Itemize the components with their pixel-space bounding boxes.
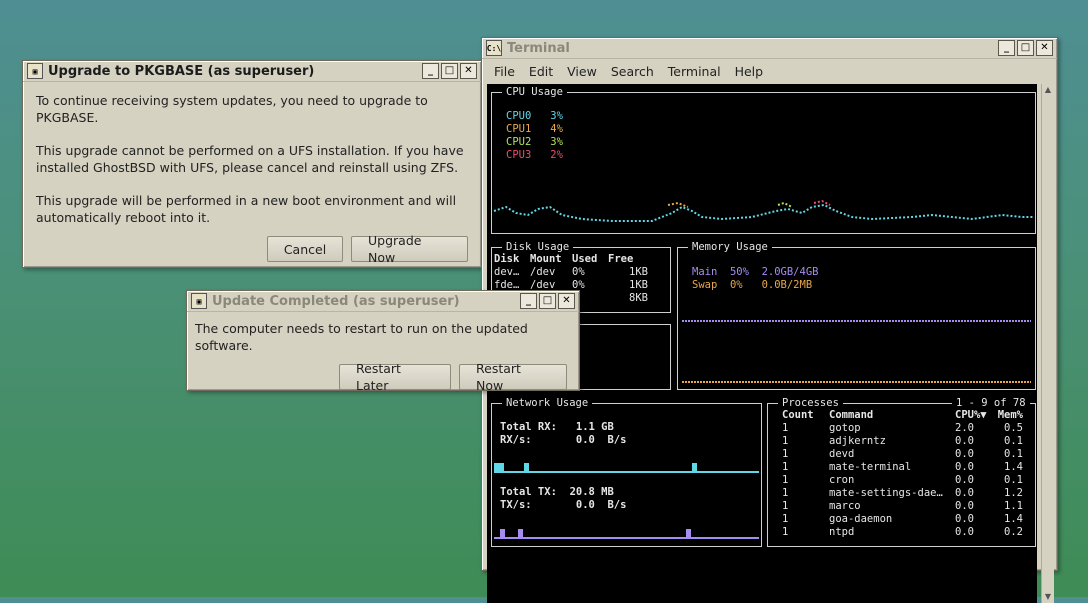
- update-message: The computer needs to restart to run on …: [195, 321, 528, 353]
- proc-col-count[interactable]: Count: [782, 409, 829, 422]
- disk-panel-title: Disk Usage: [502, 241, 574, 253]
- terminal-icon: C:\: [486, 40, 502, 56]
- proc-col-mem[interactable]: Mem%: [995, 409, 1023, 422]
- scroll-up-icon[interactable]: ▲: [1042, 84, 1054, 96]
- upgrade-dialog: ▣ Upgrade to PKGBASE (as superuser) _ □ …: [22, 60, 482, 268]
- maximize-icon[interactable]: □: [539, 293, 556, 309]
- app-icon: ▣: [27, 63, 43, 79]
- tx-rate-label: TX/s:: [500, 499, 532, 511]
- scroll-down-icon[interactable]: ▼: [1042, 591, 1054, 603]
- minimize-icon[interactable]: _: [998, 40, 1015, 56]
- restart-later-button[interactable]: Restart Later: [339, 361, 451, 393]
- table-row[interactable]: 1 marco 0.0 1.1: [782, 500, 1023, 513]
- update-completed-dialog: ▣ Update Completed (as superuser) _ □ ✕ …: [186, 290, 580, 393]
- terminal-menubar: File Edit View Search Terminal Help: [482, 59, 1057, 83]
- menu-edit[interactable]: Edit: [529, 64, 553, 79]
- terminal-title: Terminal: [507, 40, 570, 56]
- total-rx-value: 1.1 GB: [575, 421, 614, 433]
- upgrade-message-2: This upgrade cannot be performed on a UF…: [36, 143, 464, 175]
- processes-panel: Processes 1 - 9 of 78 Count Command CPU%…: [767, 397, 1036, 547]
- maximize-icon[interactable]: □: [1017, 40, 1034, 56]
- tx-graph: [494, 529, 759, 539]
- menu-help[interactable]: Help: [735, 64, 764, 79]
- network-panel-title: Network Usage: [502, 397, 593, 409]
- memory-panel: Memory Usage Main 50% 2.0GB/4GB Swap 0% …: [677, 241, 1036, 390]
- cpu-graph: [493, 199, 1033, 222]
- cpu1-value: 4%: [550, 123, 563, 135]
- processes-panel-title: Processes: [778, 397, 843, 409]
- menu-view[interactable]: View: [567, 64, 597, 79]
- cpu2-value: 3%: [550, 136, 563, 148]
- upgrade-message-3: This upgrade will be performed in a new …: [36, 193, 457, 225]
- table-row[interactable]: 1 goa-daemon 0.0 1.4: [782, 513, 1023, 526]
- total-rx-label: Total RX:: [500, 421, 557, 433]
- cpu1-label: CPU1: [506, 123, 532, 135]
- cpu-panel: CPU Usage CPU0 3% CPU1 4% CPU2 3% CPU3 2…: [491, 86, 1036, 234]
- restart-now-button[interactable]: Restart Now: [459, 361, 567, 393]
- table-row[interactable]: 1 mate-settings-dae… 0.0 1.2: [782, 487, 1023, 500]
- menu-search[interactable]: Search: [611, 64, 654, 79]
- terminal-scrollbar[interactable]: ▲ ▼: [1041, 84, 1054, 603]
- disk-col-free: Free: [608, 253, 634, 265]
- maximize-icon[interactable]: □: [441, 63, 458, 79]
- upgrade-dialog-title: Upgrade to PKGBASE (as superuser): [48, 63, 315, 79]
- processes-page-indicator: 1 - 9 of 78: [952, 397, 1030, 409]
- minimize-icon[interactable]: _: [520, 293, 537, 309]
- upgrade-now-button[interactable]: Upgrade Now: [351, 233, 468, 265]
- close-icon[interactable]: ✕: [558, 293, 575, 309]
- cpu3-value: 2%: [550, 149, 563, 161]
- close-icon[interactable]: ✕: [1036, 40, 1053, 56]
- rx-graph: [494, 463, 759, 473]
- table-row[interactable]: 1 mate-terminal 0.0 1.4: [782, 461, 1023, 474]
- cpu3-label: CPU3: [506, 149, 532, 161]
- network-panel: Network Usage Total RX: 1.1 GB RX/s: 0.0…: [491, 397, 762, 547]
- rx-rate-value: 0.0 B/s: [575, 434, 627, 446]
- tx-rate-value: 0.0 B/s: [575, 499, 627, 511]
- table-row[interactable]: 1 adjkerntz 0.0 0.1: [782, 435, 1023, 448]
- total-tx-label: Total TX:: [500, 486, 557, 498]
- close-icon[interactable]: ✕: [460, 63, 477, 79]
- disk-col-mount: Mount: [530, 253, 562, 265]
- cpu-panel-title: CPU Usage: [502, 86, 567, 98]
- menu-file[interactable]: File: [494, 64, 515, 79]
- menu-terminal[interactable]: Terminal: [668, 64, 721, 79]
- table-row[interactable]: 1 gotop 2.0 0.5: [782, 422, 1023, 435]
- cpu0-value: 3%: [550, 110, 563, 122]
- cpu0-label: CPU0: [506, 110, 532, 122]
- app-icon: ▣: [191, 293, 207, 309]
- processes-table[interactable]: Count Command CPU%▼ Mem% 1 gotop 2.0 0.5 1a…: [782, 409, 1023, 539]
- upgrade-dialog-titlebar[interactable]: ▣ Upgrade to PKGBASE (as superuser) _ □ …: [23, 61, 481, 82]
- table-row[interactable]: 1 cron 0.0 0.1: [782, 474, 1023, 487]
- table-row: dev…/dev 0% 1KB: [494, 266, 648, 278]
- terminal-titlebar[interactable]: C:\ Terminal _ □ ✕: [482, 38, 1057, 59]
- memory-graph: [682, 320, 1031, 383]
- total-tx-value: 20.8 MB: [569, 486, 614, 498]
- table-row[interactable]: 1 devd 0.0 0.1: [782, 448, 1023, 461]
- upgrade-message-1: To continue receiving system updates, yo…: [36, 93, 428, 125]
- update-dialog-titlebar[interactable]: ▣ Update Completed (as superuser) _ □ ✕: [187, 291, 579, 312]
- minimize-icon[interactable]: _: [422, 63, 439, 79]
- proc-col-command[interactable]: Command: [829, 409, 955, 422]
- disk-col-disk: Disk: [494, 253, 520, 265]
- proc-col-cpu[interactable]: CPU%▼: [955, 409, 995, 422]
- rx-rate-label: RX/s:: [500, 434, 532, 446]
- cancel-button[interactable]: Cancel: [267, 236, 343, 262]
- disk-col-used: Used: [572, 253, 598, 265]
- table-row[interactable]: 1 ntpd 0.0 0.2: [782, 526, 1023, 539]
- update-dialog-title: Update Completed (as superuser): [212, 293, 460, 309]
- cpu2-label: CPU2: [506, 136, 532, 148]
